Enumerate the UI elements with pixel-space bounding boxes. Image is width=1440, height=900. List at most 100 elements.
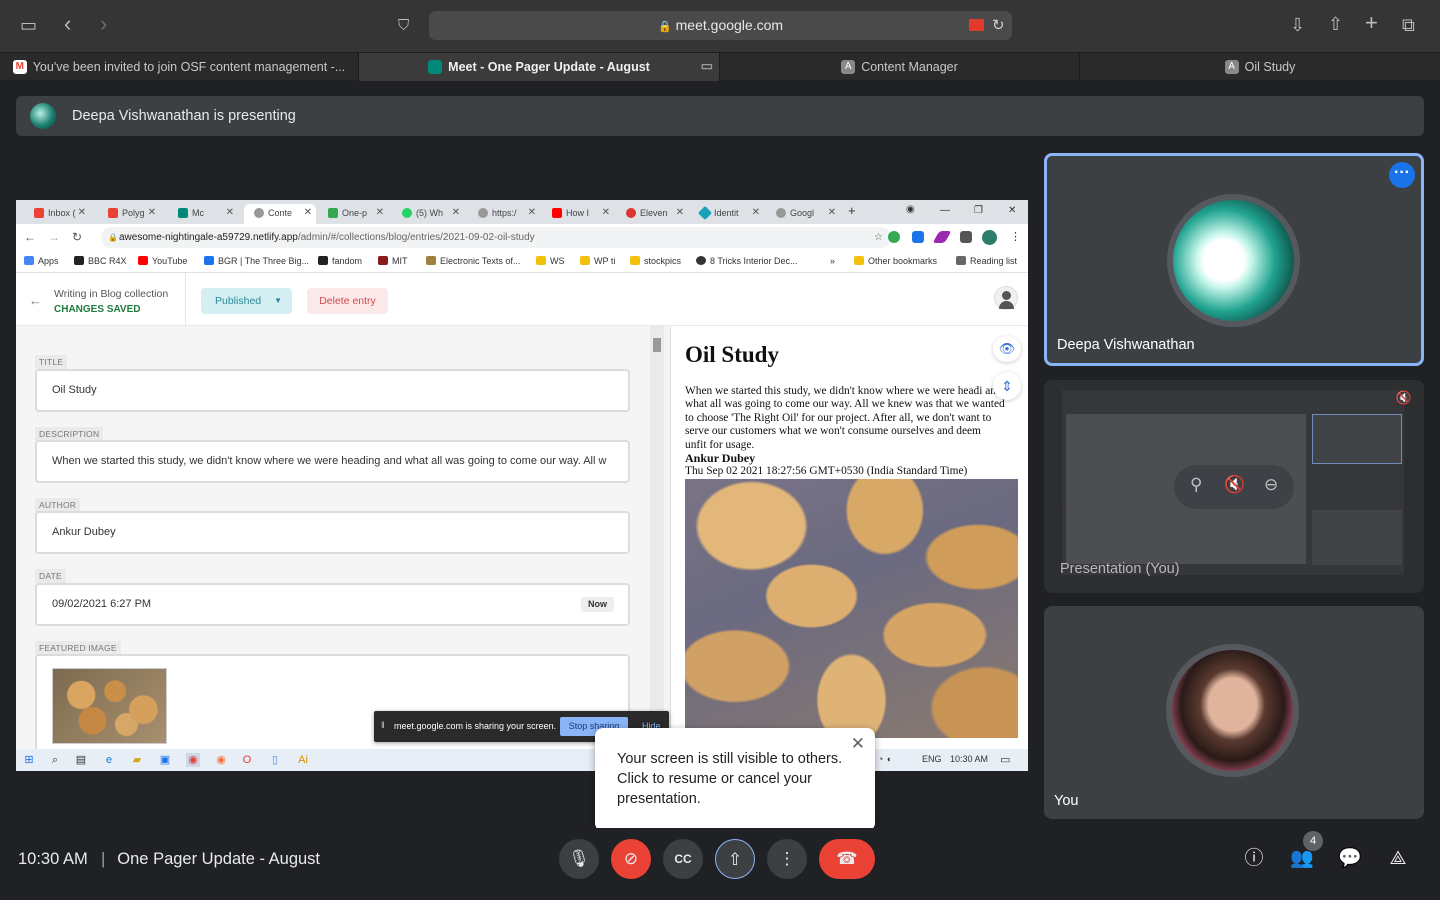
address-bar[interactable]: 🔒 meet.google.com ↻ — [429, 11, 1012, 40]
download-icon[interactable]: ⇩ — [1290, 15, 1305, 35]
chrome-tab[interactable]: Inbox (✕ — [24, 204, 90, 224]
tab-meet[interactable]: Meet - One Pager Update - August ▭ — [359, 53, 720, 81]
more-options-button[interactable]: ⋮ — [767, 839, 807, 879]
taskbar-clock[interactable]: 10:30 AM — [950, 754, 988, 764]
restore-icon[interactable]: ❐ — [974, 205, 983, 216]
profile-avatar[interactable] — [982, 230, 997, 245]
date-input[interactable]: 09/02/2021 6:27 PM Now — [35, 583, 630, 626]
tab-content-manager[interactable]: A Content Manager — [720, 53, 1080, 81]
chrome-tab[interactable]: One-p ✕ — [318, 204, 388, 224]
profile-menu-icon[interactable]: ◉ — [906, 204, 915, 215]
task-view-icon[interactable]: ▤ — [74, 753, 88, 767]
title-input[interactable]: Oil Study — [35, 369, 630, 412]
camera-button[interactable]: ⊘ — [611, 839, 651, 879]
tab-overview-icon[interactable]: ⧉ — [1402, 15, 1415, 35]
close-icon[interactable]: ✕ — [676, 204, 684, 222]
activities-icon[interactable]: ⟁ — [1386, 847, 1410, 871]
reload-icon[interactable]: ↻ — [992, 16, 1005, 34]
chrome-address-bar[interactable]: 🔒 awesome-nightingale-a59729.netlify.app… — [101, 227, 891, 248]
close-icon[interactable]: ✕ — [851, 734, 865, 754]
remove-icon[interactable]: ⊖ — [1264, 475, 1278, 495]
close-icon[interactable]: ✕ — [148, 204, 156, 222]
new-tab-icon[interactable]: + — [1365, 12, 1378, 34]
chrome-tab[interactable]: Polyg ✕ — [98, 204, 160, 224]
edge-icon[interactable]: e — [102, 753, 116, 767]
chrome-tab[interactable]: https:/ ✕ — [468, 204, 540, 224]
reading-list[interactable]: Reading list — [956, 256, 1017, 266]
present-button[interactable]: ⇧ — [715, 839, 755, 879]
editor-scrollbar[interactable] — [650, 326, 664, 749]
new-tab-icon[interactable]: + — [848, 203, 856, 218]
windows-start-icon[interactable]: ⊞ — [22, 753, 36, 767]
store-icon[interactable]: ▣ — [158, 753, 172, 767]
tab-oil-study[interactable]: A Oil Study — [1080, 53, 1440, 81]
chrome-tab[interactable]: Eleven ✕ — [616, 204, 688, 224]
close-icon[interactable]: ✕ — [452, 204, 460, 222]
chrome-icon[interactable]: ◉ — [186, 753, 200, 767]
chrome-tab[interactable]: Identit ✕ — [690, 204, 764, 224]
chrome-tab[interactable]: How I ✕ — [542, 204, 614, 224]
bookmark-folder[interactable]: stockpics — [630, 256, 681, 266]
microphone-button[interactable]: 🎙 — [559, 839, 599, 879]
bookmark-folder[interactable]: WS — [536, 256, 565, 266]
minimize-icon[interactable]: — — [940, 205, 950, 216]
chrome-tab[interactable]: (5) Wh ✕ — [392, 204, 464, 224]
captions-button[interactable]: CC — [663, 839, 703, 879]
bookmark-item[interactable]: BGR | The Three Big... — [204, 256, 309, 266]
bookmark-item[interactable]: 8 Tricks Interior Dec... — [696, 256, 798, 266]
eye-icon[interactable]: 👁 — [993, 336, 1021, 362]
sidebar-icon[interactable]: ▭ — [20, 15, 37, 35]
extension-icon[interactable] — [888, 231, 900, 243]
search-icon[interactable]: ⌕ — [48, 753, 62, 767]
firefox-icon[interactable]: ◉ — [214, 753, 228, 767]
chrome-tab[interactable]: Mc ✕ — [168, 204, 238, 224]
shield-icon[interactable]: ⛉ — [398, 16, 409, 36]
close-icon[interactable]: ✕ — [376, 204, 384, 222]
close-icon[interactable]: ✕ — [828, 204, 836, 222]
meeting-details-icon[interactable]: ⓘ — [1242, 847, 1266, 871]
close-icon[interactable]: ✕ — [602, 204, 610, 222]
tab-gmail[interactable]: M You've been invited to join OSF conten… — [0, 53, 359, 81]
bookmark-item[interactable]: MIT — [378, 256, 408, 266]
now-button[interactable]: Now — [581, 597, 614, 612]
delete-entry-button[interactable]: Delete entry — [307, 288, 388, 314]
bookmark-star-icon[interactable]: ☆ — [874, 227, 883, 248]
close-icon[interactable]: ✕ — [78, 204, 86, 222]
reload-icon[interactable]: ↻ — [72, 230, 82, 244]
close-icon[interactable]: ✕ — [304, 204, 312, 222]
screen-recording-icon[interactable] — [969, 19, 984, 31]
close-icon[interactable]: ✕ — [226, 204, 234, 222]
forward-icon[interactable]: → — [48, 230, 60, 244]
extension-icon[interactable] — [912, 231, 924, 243]
language-indicator[interactable]: ENG — [922, 754, 942, 764]
bookmark-folder[interactable]: Other bookmarks — [854, 256, 937, 266]
mute-icon[interactable]: 🔇 — [1224, 475, 1245, 495]
bookmark-item[interactable]: Electronic Texts of... — [426, 256, 520, 266]
close-icon[interactable]: ✕ — [752, 204, 760, 222]
bookmark-item[interactable]: YouTube — [138, 256, 187, 266]
presentation-tile[interactable]: ⚲ 🔇 ⊖ 🔇 Presentation (You) — [1044, 380, 1424, 593]
user-avatar[interactable] — [994, 286, 1018, 310]
participant-tile-deepa[interactable]: ··· Deepa Vishwanathan — [1044, 153, 1424, 366]
notepad-icon[interactable]: ▯ — [268, 753, 282, 767]
close-icon[interactable]: ✕ — [528, 204, 536, 222]
back-arrow-icon[interactable]: ← — [29, 293, 42, 308]
pin-icon[interactable]: ⚲ — [1190, 475, 1202, 495]
opera-icon[interactable]: O — [240, 753, 254, 767]
illustrator-icon[interactable]: Ai — [296, 753, 310, 767]
notifications-icon[interactable]: ▭ — [1000, 753, 1010, 766]
chrome-tab[interactable]: Googl ✕ — [766, 204, 840, 224]
back-icon[interactable]: ‹ — [64, 13, 71, 35]
share-icon[interactable]: ⇧ — [1328, 14, 1343, 34]
bookmark-item[interactable]: fandom — [318, 256, 362, 266]
leave-call-button[interactable]: ☎ — [819, 839, 875, 879]
bookmark-item[interactable]: Apps — [24, 256, 59, 266]
description-input[interactable]: When we started this study, we didn't kn… — [35, 440, 630, 483]
back-icon[interactable]: ← — [24, 230, 36, 244]
participant-tile-you[interactable]: You — [1044, 606, 1424, 819]
chrome-menu-icon[interactable]: ⋮ — [1010, 230, 1021, 243]
bookmark-item[interactable]: BBC R4X — [74, 256, 127, 266]
scrollbar-thumb[interactable] — [653, 338, 661, 352]
author-input[interactable]: Ankur Dubey — [35, 511, 630, 554]
sync-scroll-icon[interactable]: ⇕ — [993, 372, 1021, 400]
